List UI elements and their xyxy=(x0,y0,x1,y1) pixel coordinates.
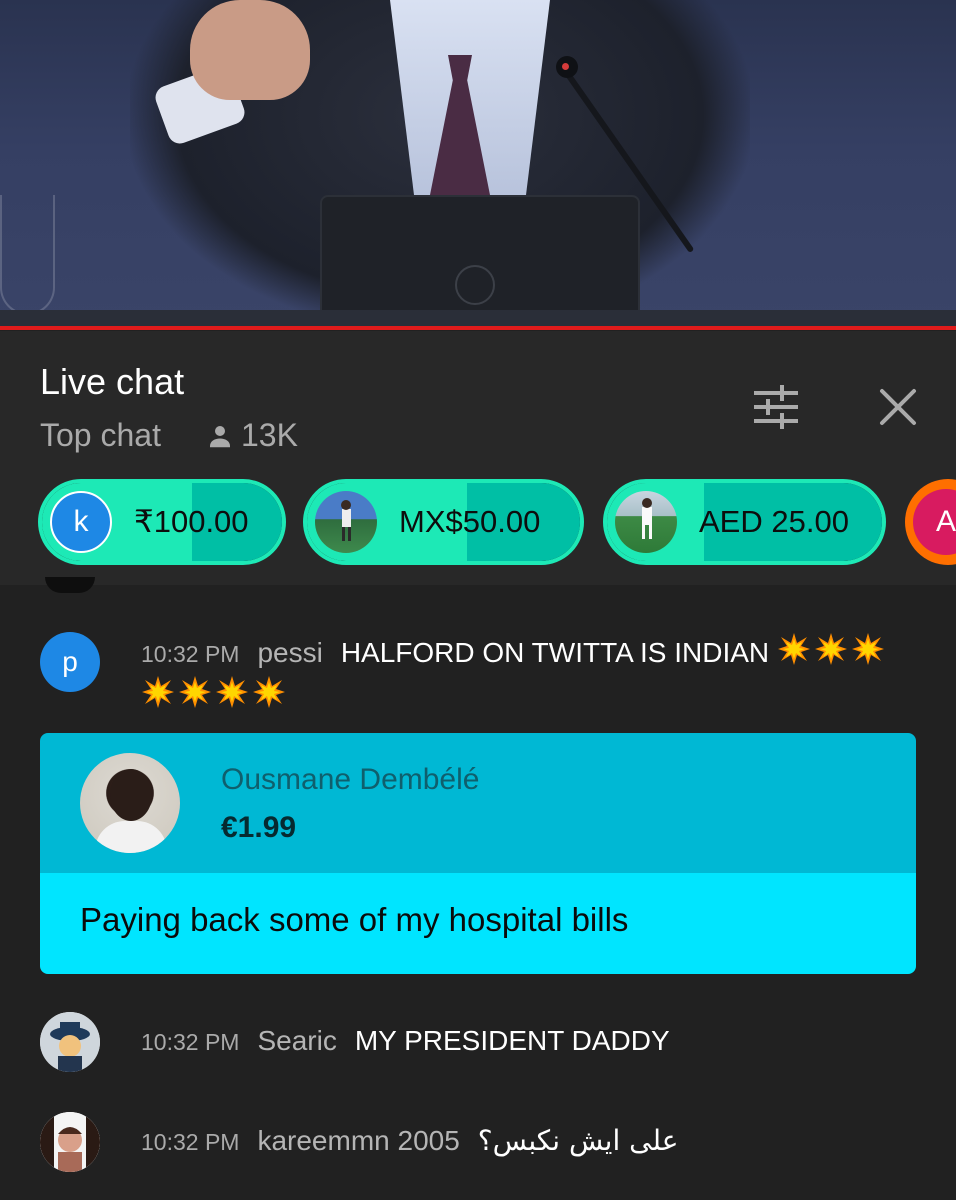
filter-button[interactable] xyxy=(748,379,804,435)
chat-message[interactable]: 10:32 PM Searic MY PRESIDENT DADDY xyxy=(40,1012,920,1074)
chat-mode-selector[interactable]: Top chat xyxy=(40,417,161,454)
ticker-avatar: A xyxy=(913,489,956,555)
message-author[interactable]: Searic xyxy=(257,1025,336,1056)
superchat-card[interactable]: Ousmane Dembélé €1.99 Paying back some o… xyxy=(40,733,916,974)
ticker-amount: ₹100.00 xyxy=(134,504,249,539)
ticker-item-2[interactable]: MX$50.00 xyxy=(303,479,584,565)
viewer-count: 13K xyxy=(205,417,298,454)
collision-emoji-icon xyxy=(141,675,175,709)
superchat-message: Paying back some of my hospital bills xyxy=(80,901,629,938)
message-text: على ايش نكبس؟ xyxy=(477,1124,679,1157)
collision-emoji-icon xyxy=(777,632,811,666)
ticker-avatar xyxy=(315,491,377,553)
collision-emoji-icon xyxy=(252,675,286,709)
person-icon xyxy=(210,425,230,447)
portrait-avatar-icon xyxy=(40,1112,100,1172)
message-time: 10:32 PM xyxy=(141,641,240,667)
microphone-light xyxy=(562,63,569,70)
ticker-item-1[interactable]: k ₹100.00 xyxy=(38,479,286,565)
message-author[interactable]: kareemmn 2005 xyxy=(257,1125,459,1156)
superchat-author[interactable]: Ousmane Dembélé xyxy=(221,763,479,797)
message-author[interactable]: pessi xyxy=(257,637,322,668)
collision-emoji-icon xyxy=(851,632,885,666)
superchat-ticker: k ₹100.00 MX$50.00 AED 25.00 A xyxy=(0,479,956,569)
video-player[interactable] xyxy=(0,0,956,330)
superchat-header: Ousmane Dembélé €1.99 xyxy=(40,733,916,873)
tennis-player-icon xyxy=(341,500,351,541)
message-text: MY PRESIDENT DADDY xyxy=(354,1025,670,1056)
message-text: HALFORD ON TWITTA IS INDIAN xyxy=(340,637,770,668)
previous-message-avatar xyxy=(45,577,95,593)
detective-avatar-icon xyxy=(40,1012,100,1072)
avatar[interactable]: p xyxy=(40,632,100,692)
ticker-item-4[interactable]: A xyxy=(905,479,956,565)
collision-emoji-icon xyxy=(215,675,249,709)
avatar[interactable] xyxy=(40,1012,100,1072)
footballer-icon xyxy=(642,498,652,539)
ticker-avatar xyxy=(615,491,677,553)
collision-emoji-icon xyxy=(178,675,212,709)
video-frame-glass xyxy=(0,195,55,315)
avatar[interactable] xyxy=(80,753,180,853)
ticker-item-3[interactable]: AED 25.00 xyxy=(603,479,886,565)
close-icon xyxy=(880,389,916,425)
chat-message[interactable]: p 10:32 PM pessi HALFORD ON TWITTA IS INDI… xyxy=(40,632,920,722)
video-progress-bar[interactable] xyxy=(0,326,956,330)
sliders-icon xyxy=(754,385,798,429)
video-frame-hand xyxy=(190,0,310,100)
collision-emoji-icon xyxy=(814,632,848,666)
message-time: 10:32 PM xyxy=(141,1029,240,1055)
superchat-body: Paying back some of my hospital bills xyxy=(40,873,916,974)
chat-message-list[interactable]: p 10:32 PM pessi HALFORD ON TWITTA IS INDI… xyxy=(0,577,956,1200)
ticker-amount: AED 25.00 xyxy=(699,504,849,539)
ticker-amount: MX$50.00 xyxy=(399,504,541,539)
superchat-amount: €1.99 xyxy=(221,811,297,844)
chat-message[interactable]: 10:32 PM kareemmn 2005 على ايش نكبس؟ xyxy=(40,1112,920,1174)
live-chat-header: Live chat Top chat 13K k ₹100.00 MX$50.0… xyxy=(0,331,956,585)
laptop-logo xyxy=(455,265,495,305)
viewer-count-value: 13K xyxy=(241,417,298,453)
message-time: 10:32 PM xyxy=(141,1129,240,1155)
avatar[interactable] xyxy=(40,1112,100,1172)
close-chat-button[interactable] xyxy=(870,379,926,435)
ticker-avatar: k xyxy=(50,491,112,553)
chat-title: Live chat xyxy=(40,361,185,402)
